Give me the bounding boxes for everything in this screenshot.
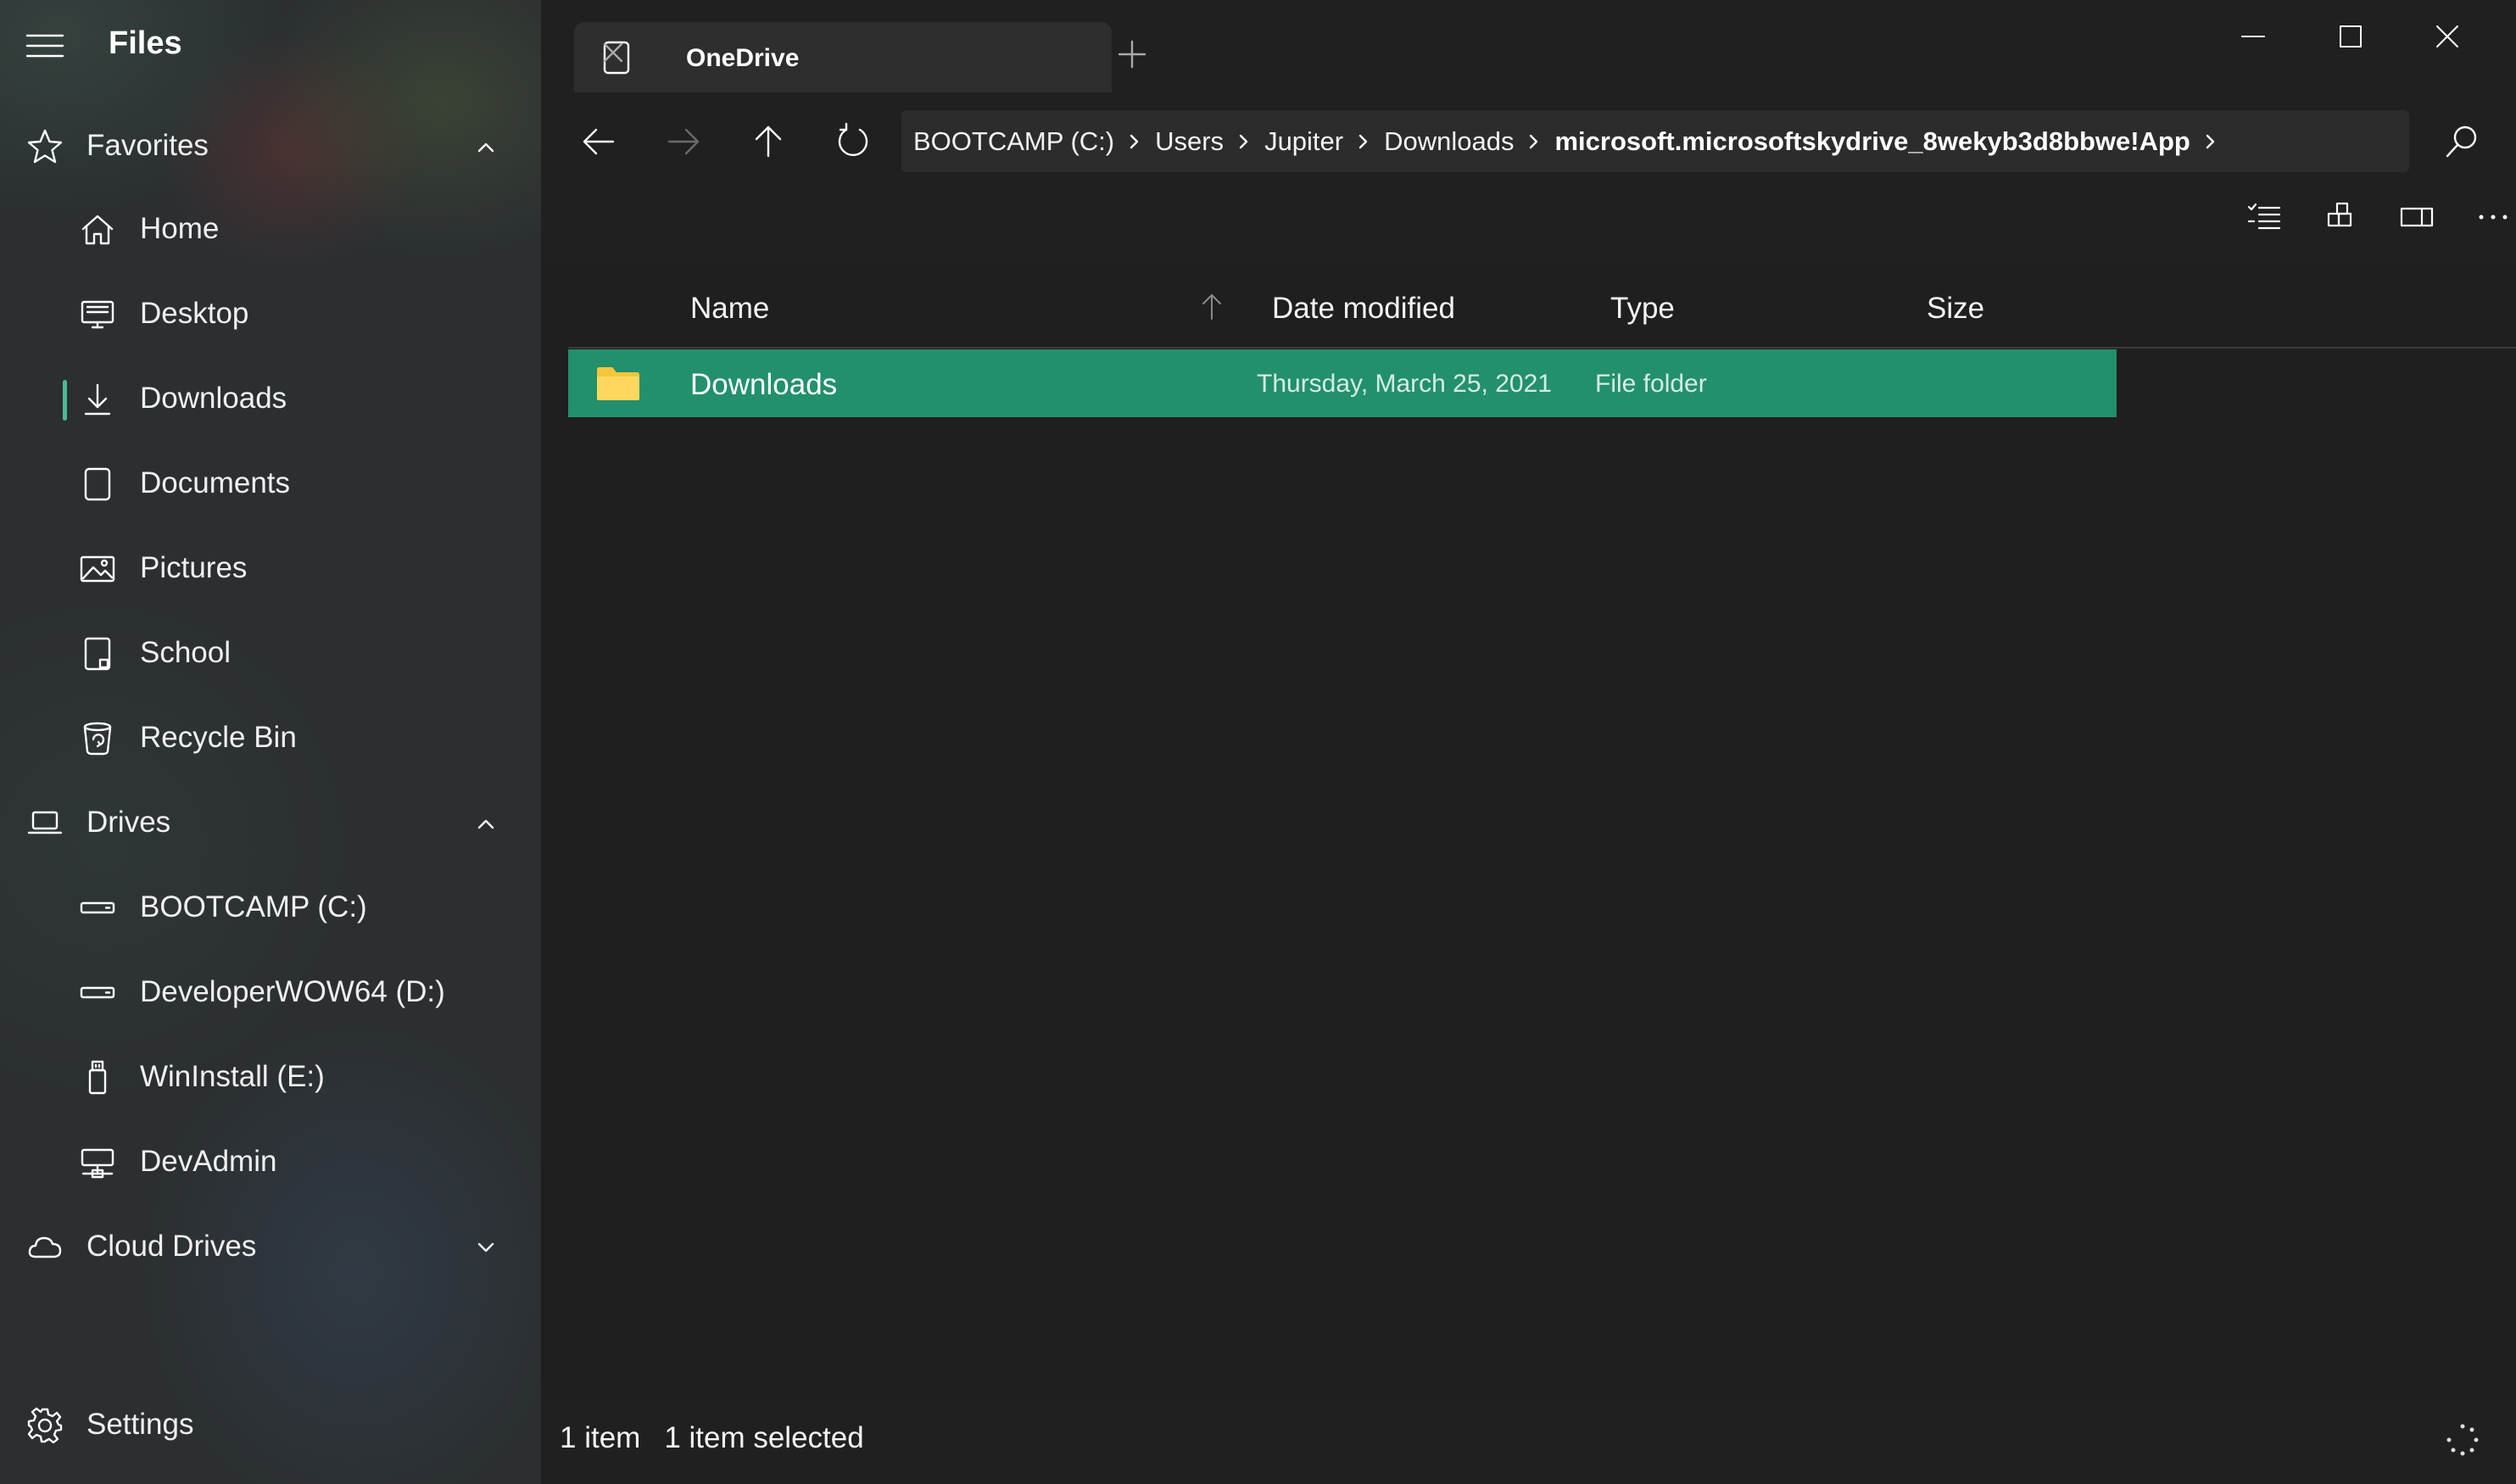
sidebar-item-label: BOOTCAMP (C:) <box>140 890 367 923</box>
app-header: Files <box>0 0 541 92</box>
layout-mode-icon[interactable] <box>2320 198 2361 236</box>
sidebar-item-label: Downloads <box>140 382 287 415</box>
sidebar: Files Favorites Home Desktop Downloads D… <box>0 0 541 1484</box>
chevron-right-icon <box>1526 129 1543 154</box>
file-list-area[interactable] <box>541 259 2516 1404</box>
refresh-icon[interactable] <box>832 120 874 163</box>
close-window-icon[interactable] <box>2428 17 2467 56</box>
chevron-up-icon[interactable] <box>471 134 501 159</box>
app-title: Files <box>109 25 182 61</box>
sidebar-item-developerwow64-drive[interactable]: DeveloperWOW64 (D:) <box>0 955 541 1031</box>
cloud-drives-label: Cloud Drives <box>86 1230 257 1263</box>
favorites-section-header[interactable]: Favorites <box>0 109 541 185</box>
sidebar-item-home[interactable]: Home <box>0 192 541 268</box>
column-header: Name Date modified Type Size <box>541 280 2516 348</box>
column-header-name[interactable]: Name <box>690 292 769 326</box>
drives-section-header[interactable]: Drives <box>0 785 541 862</box>
chevron-down-icon[interactable] <box>471 1235 501 1260</box>
recycle-bin-icon <box>78 719 117 758</box>
back-arrow-icon[interactable] <box>577 120 620 163</box>
close-tab-icon[interactable] <box>600 39 633 76</box>
sort-ascending-arrow-icon[interactable] <box>1198 292 1225 322</box>
drive-icon <box>78 889 117 928</box>
file-type: File folder <box>1595 370 1707 398</box>
tab-onedrive[interactable]: OneDrive <box>574 22 1112 92</box>
sidebar-item-bootcamp-drive[interactable]: BOOTCAMP (C:) <box>0 870 541 946</box>
file-date-modified: Thursday, March 25, 2021 <box>1257 370 1552 398</box>
maximize-icon[interactable] <box>2331 17 2370 56</box>
folder-pinned-icon <box>78 634 117 673</box>
breadcrumb-item[interactable]: BOOTCAMP (C:) <box>901 126 1126 157</box>
loading-spinner-icon <box>2444 1421 2481 1459</box>
drives-label: Drives <box>86 806 171 839</box>
more-options-icon[interactable] <box>2473 198 2513 236</box>
home-icon <box>78 210 117 249</box>
header-divider <box>568 347 2516 349</box>
file-name: Downloads <box>690 368 838 401</box>
document-icon <box>78 465 117 504</box>
table-row[interactable]: Downloads Thursday, March 25, 2021 File … <box>568 349 2117 417</box>
breadcrumb-item[interactable]: Jupiter <box>1252 126 1355 157</box>
settings-button[interactable]: Settings <box>0 1387 541 1464</box>
chevron-right-icon <box>1236 129 1252 154</box>
sidebar-item-label: DeveloperWOW64 (D:) <box>140 975 445 1008</box>
desktop-icon <box>78 295 117 334</box>
gear-icon <box>25 1406 64 1445</box>
sidebar-item-documents[interactable]: Documents <box>0 446 541 522</box>
usb-drive-icon <box>78 1058 117 1097</box>
forward-arrow-icon[interactable] <box>662 120 705 163</box>
hamburger-menu-icon[interactable] <box>25 32 64 59</box>
cloud-drives-section-header[interactable]: Cloud Drives <box>0 1209 541 1286</box>
column-header-type[interactable]: Type <box>1610 292 1675 326</box>
picture-icon <box>78 550 117 589</box>
settings-label: Settings <box>86 1408 194 1441</box>
item-count: 1 item <box>560 1421 641 1454</box>
folder-icon <box>595 365 641 402</box>
sidebar-item-label: Documents <box>140 466 291 499</box>
sidebar-item-school[interactable]: School <box>0 616 541 692</box>
sidebar-item-label: Recycle Bin <box>140 721 297 754</box>
network-drive-icon <box>78 1143 117 1182</box>
sidebar-item-label: School <box>140 636 232 669</box>
breadcrumb: BOOTCAMP (C:) Users Jupiter Downloads mi… <box>901 110 2219 172</box>
up-arrow-icon[interactable] <box>747 120 789 163</box>
preview-pane-icon[interactable] <box>2396 198 2437 236</box>
chevron-up-icon[interactable] <box>471 811 501 836</box>
sidebar-item-label: Desktop <box>140 297 249 330</box>
sidebar-item-label: Pictures <box>140 551 248 584</box>
favorites-label: Favorites <box>86 129 209 162</box>
breadcrumb-item[interactable]: Downloads <box>1372 126 1526 157</box>
sidebar-item-label: DevAdmin <box>140 1145 277 1178</box>
chevron-right-icon <box>1126 129 1143 154</box>
sidebar-item-downloads[interactable]: Downloads <box>0 361 541 438</box>
sidebar-item-wininstall-drive[interactable]: WinInstall (E:) <box>0 1040 541 1116</box>
sidebar-item-label: Home <box>140 212 220 245</box>
add-tab-icon[interactable] <box>1115 37 1149 71</box>
column-header-size[interactable]: Size <box>1927 292 1984 326</box>
main-pane: OneDrive BOOTCAMP (C:) Users Jupiter Dow… <box>541 0 2516 1484</box>
column-header-date-modified[interactable]: Date modified <box>1272 292 1455 326</box>
sidebar-item-pictures[interactable]: Pictures <box>0 531 541 607</box>
minimize-icon[interactable] <box>2234 17 2273 56</box>
drive-icon <box>78 974 117 1013</box>
status-bar: 1 item 1 item selected <box>560 1421 888 1464</box>
chevron-right-icon <box>1355 129 1372 154</box>
selection-indicator <box>63 380 67 421</box>
sidebar-item-devadmin-drive[interactable]: DevAdmin <box>0 1124 541 1201</box>
laptop-icon <box>25 804 64 843</box>
address-bar[interactable]: BOOTCAMP (C:) Users Jupiter Downloads mi… <box>901 110 2409 172</box>
breadcrumb-item[interactable]: microsoft.microsoftskydrive_8wekyb3d8bbw… <box>1543 126 2201 157</box>
breadcrumb-item[interactable]: Users <box>1143 126 1236 157</box>
selection-count: 1 item selected <box>664 1421 864 1454</box>
download-icon <box>78 380 117 419</box>
star-icon <box>25 127 64 166</box>
chevron-right-icon[interactable] <box>2202 129 2219 154</box>
sidebar-item-desktop[interactable]: Desktop <box>0 276 541 353</box>
search-icon[interactable] <box>2441 120 2483 163</box>
sidebar-item-label: WinInstall (E:) <box>140 1060 325 1093</box>
selection-options-icon[interactable] <box>2244 198 2284 236</box>
sidebar-item-recycle-bin[interactable]: Recycle Bin <box>0 700 541 777</box>
cloud-icon <box>25 1228 64 1267</box>
tab-label: OneDrive <box>686 44 800 72</box>
